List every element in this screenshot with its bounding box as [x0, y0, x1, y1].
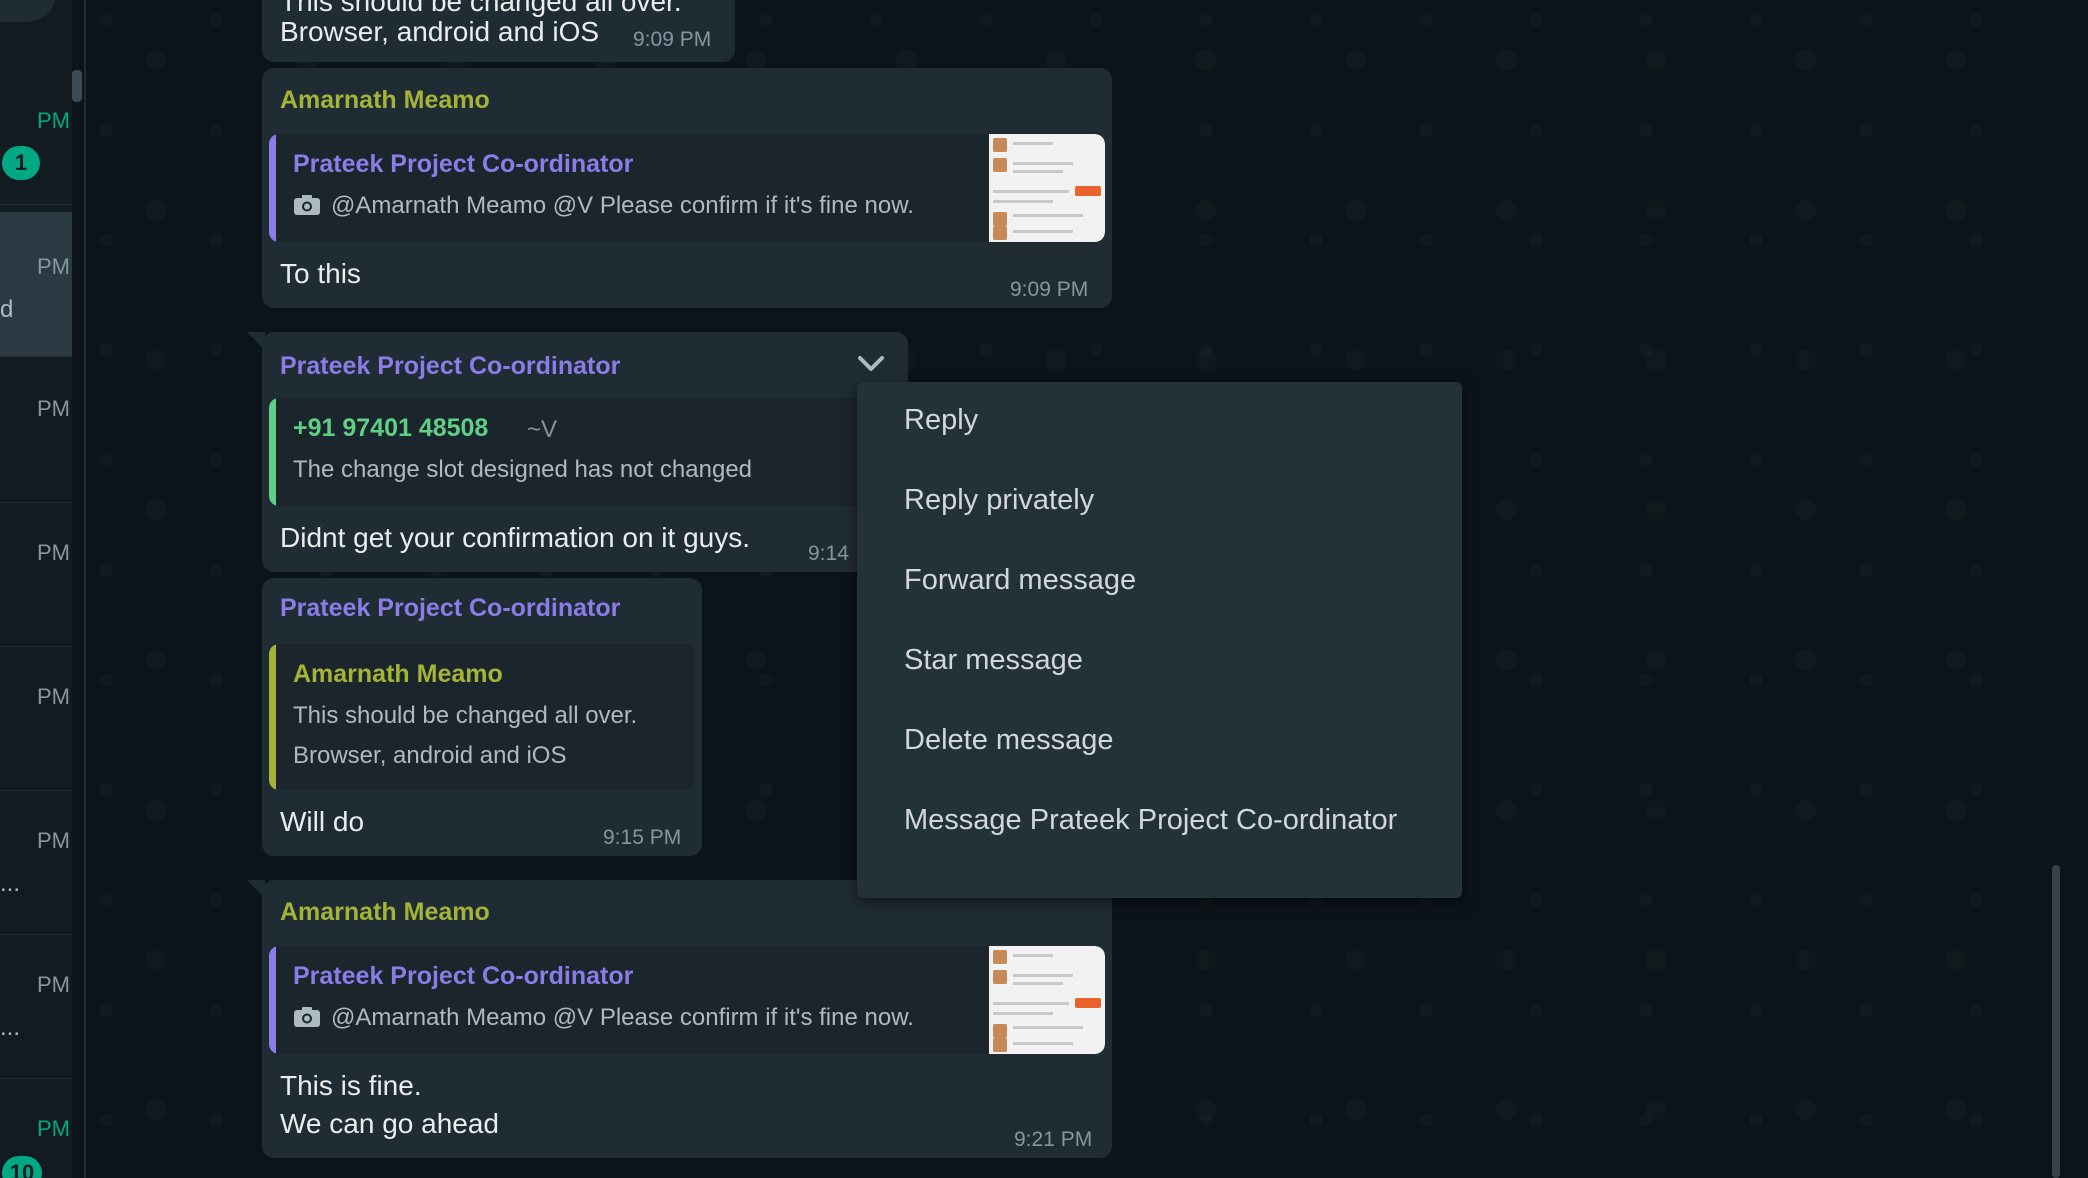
quote-text: This should be changed all over. [293, 702, 638, 729]
menu-item-delete-message[interactable]: Delete message [857, 702, 1462, 782]
chat-time: PM [37, 972, 70, 997]
chevron-down-icon[interactable] [856, 354, 886, 374]
image-thumbnail[interactable] [989, 134, 1105, 242]
menu-item-reply-privately[interactable]: Reply privately [857, 462, 1462, 542]
quoted-message[interactable]: Prateek Project Co-ordinator @Amarnath M… [269, 946, 1105, 1054]
message-time: 9:09 PM [1010, 278, 1089, 301]
quote-text: Browser, android and iOS [293, 742, 567, 769]
sender-name[interactable]: Amarnath Meamo [280, 898, 490, 927]
chat-time: PM [37, 1116, 70, 1141]
menu-item-label: Star message [904, 644, 1083, 676]
menu-item-label: Reply [904, 404, 979, 436]
chat-time: PM [37, 108, 70, 133]
chat-preview: d [0, 296, 14, 323]
chat-list-item[interactable]: PM [0, 358, 72, 503]
quote-bar [269, 644, 276, 790]
unread-badge: 1 [2, 146, 40, 180]
search-bar[interactable] [0, 0, 56, 22]
chat-list-item[interactable]: PM ... [0, 934, 72, 1079]
message-bubble[interactable]: This should be changed all over. Browser… [262, 0, 735, 62]
menu-item-label: Reply privately [904, 484, 1095, 516]
camera-icon [294, 1007, 320, 1027]
quote-author: Prateek Project Co-ordinator [293, 962, 634, 990]
quote-author: Prateek Project Co-ordinator [293, 150, 634, 178]
chat-list-item[interactable]: PM 1 [0, 60, 72, 205]
chat-list-item[interactable]: PM d [0, 212, 72, 357]
message-text: We can go ahead [280, 1108, 499, 1139]
chat-list-sidebar: PM 1 PM d PM PM PM PM ... PM ... PM 10 [0, 0, 72, 1178]
menu-item-message-sender[interactable]: Message Prateek Project Co-ordinator [857, 782, 1462, 862]
message-time: 9:14 [808, 542, 849, 565]
chat-list-item[interactable]: PM [0, 502, 72, 647]
message-time: 9:15 PM [603, 826, 682, 849]
quoted-message[interactable]: Prateek Project Co-ordinator @Amarnath M… [269, 134, 1105, 242]
message-bubble[interactable]: Prateek Project Co-ordinator +91 97401 4… [262, 332, 908, 572]
quoted-message[interactable]: +91 97401 48508 ~V The change slot desig… [269, 398, 901, 506]
menu-item-label: Forward message [904, 564, 1137, 596]
chat-time: PM [37, 254, 70, 279]
message-time: 9:21 PM [1014, 1128, 1093, 1151]
chat-list-item[interactable]: PM ... [0, 790, 72, 935]
quote-bar [269, 398, 276, 506]
quote-text: @Amarnath Meamo @V Please confirm if it'… [331, 192, 914, 219]
chat-scrollbar[interactable] [2052, 865, 2060, 1178]
chat-list-item[interactable]: PM [0, 646, 72, 791]
unread-badge: 10 [2, 1156, 42, 1178]
sender-name[interactable]: Prateek Project Co-ordinator [280, 594, 620, 623]
chat-time: PM [37, 684, 70, 709]
chat-time: PM [37, 540, 70, 565]
quote-author: +91 97401 48508 [293, 414, 489, 442]
camera-icon [294, 195, 320, 215]
chat-time: PM [37, 828, 70, 853]
quoted-message[interactable]: Amarnath Meamo This should be changed al… [269, 644, 695, 790]
menu-item-label: Delete message [904, 724, 1114, 756]
message-text: Browser, android and iOS [280, 16, 600, 47]
message-text: This is fine. [280, 1070, 422, 1101]
message-bubble[interactable]: Amarnath Meamo Prateek Project Co-ordina… [262, 68, 1112, 308]
menu-item-star-message[interactable]: Star message [857, 622, 1462, 702]
quote-author-alias: ~V [527, 416, 558, 443]
quote-bar [269, 946, 276, 1054]
message-bubble[interactable]: Prateek Project Co-ordinator Amarnath Me… [262, 578, 702, 856]
sender-name[interactable]: Amarnath Meamo [280, 86, 490, 115]
chat-preview: ... [0, 1014, 21, 1041]
sidebar-scrollbar[interactable] [72, 70, 82, 102]
message-text: Will do [280, 806, 365, 837]
message-bubble[interactable]: Amarnath Meamo Prateek Project Co-ordina… [262, 880, 1112, 1158]
chat-preview: ... [0, 870, 21, 897]
sender-name[interactable]: Prateek Project Co-ordinator [280, 352, 620, 381]
message-context-menu: Reply Reply privately Forward message St… [857, 382, 1462, 898]
image-thumbnail[interactable] [989, 946, 1105, 1054]
chat-time: PM [37, 396, 70, 421]
quote-text: The change slot designed has not changed [293, 456, 753, 483]
quote-bar [269, 134, 276, 242]
menu-item-forward-message[interactable]: Forward message [857, 542, 1462, 622]
message-time: 9:09 PM [633, 28, 712, 51]
quote-text: @Amarnath Meamo @V Please confirm if it'… [331, 1004, 914, 1031]
quote-author: Amarnath Meamo [293, 660, 503, 688]
menu-item-label: Message Prateek Project Co-ordinator [904, 804, 1398, 836]
chat-list-item[interactable]: PM 10 [0, 1078, 72, 1178]
menu-item-reply[interactable]: Reply [857, 382, 1462, 462]
message-text: Didnt get your confirmation on it guys. [280, 522, 751, 553]
message-text: To this [280, 258, 361, 289]
